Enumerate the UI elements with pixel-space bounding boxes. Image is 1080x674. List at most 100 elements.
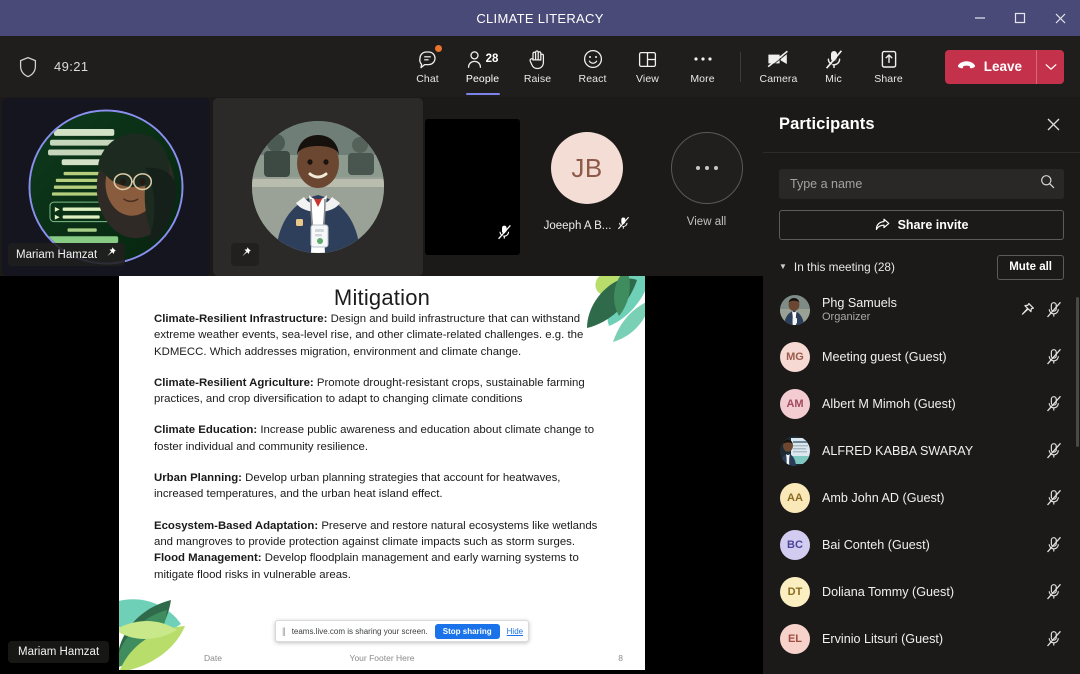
close-icon[interactable] [1040, 112, 1066, 138]
participant-role: Organizer [822, 311, 871, 323]
meeting-toolbar: 49:21 Chat 28 People Raise React View Mo… [0, 36, 1080, 97]
participant-name: ALFRED KABBA SWARAY [822, 443, 974, 458]
participant-search-box[interactable] [779, 169, 1064, 199]
drag-grip-icon[interactable]: || [282, 626, 286, 636]
close-icon[interactable] [1040, 0, 1080, 36]
view-icon [638, 48, 657, 70]
slide-paragraph: Flood Management: Develop floodplain man… [154, 550, 610, 583]
toolbar-button-people[interactable]: 28 People [455, 36, 510, 97]
toolbar-button-view[interactable]: View [620, 36, 675, 97]
avatar-initials: BC [787, 538, 803, 551]
mic-off-icon[interactable] [1046, 301, 1062, 318]
participant-row[interactable]: ALFRED KABBA SWARAY [779, 427, 1064, 474]
mute-all-button[interactable]: Mute all [997, 254, 1064, 280]
participant-info: Doliana Tommy (Guest) [822, 585, 1034, 599]
toolbar-button-chat[interactable]: Chat [400, 36, 455, 97]
react-icon [583, 48, 603, 70]
leave-options-button[interactable] [1036, 49, 1064, 84]
avatar-initials: AM [786, 397, 804, 410]
maximize-icon[interactable] [1000, 0, 1040, 36]
title-bar: CLIMATE LITERACY [0, 0, 1080, 36]
avatar [780, 435, 810, 466]
tile-pin-chip[interactable] [231, 243, 259, 266]
participant-info: Albert M Mimoh (Guest) [822, 397, 1034, 411]
video-tile-speaker-photo[interactable] [213, 98, 423, 276]
participants-panel-body: Share invite ▼ In this meeting (28) Mute… [763, 153, 1080, 662]
participant-row[interactable]: DT Doliana Tommy (Guest) [779, 568, 1064, 615]
slide-paragraph-heading: Flood Management: [154, 552, 262, 565]
participant-row[interactable]: AM Albert M Mimoh (Guest) [779, 380, 1064, 427]
mic-off-icon[interactable] [1046, 536, 1062, 553]
toolbar-label-react: React [578, 73, 607, 85]
toolbar-button-react[interactable]: React [565, 36, 620, 97]
meeting-timer: 49:21 [54, 59, 89, 74]
participant-actions [1046, 489, 1062, 506]
mic-off-icon [497, 224, 512, 245]
toolbar-button-raise[interactable]: Raise [510, 36, 565, 97]
participant-row[interactable]: AA Amb John AD (Guest) [779, 474, 1064, 521]
mic-off-icon[interactable] [1046, 442, 1062, 459]
leave-label: Leave [983, 59, 1022, 74]
caret-down-icon[interactable]: ▼ [779, 263, 787, 271]
slide-paragraph-heading: Climate-Resilient Infrastructure: [154, 313, 328, 325]
video-tile-camera-off[interactable] [425, 119, 520, 255]
mic-off-icon[interactable] [1046, 630, 1062, 647]
hide-button[interactable]: Hide [507, 627, 523, 636]
meeting-stage: Mariam Hamzat JB Joeeph A B... View all … [0, 97, 763, 674]
toolbar-button-camera[interactable]: Camera [751, 36, 806, 97]
participant-photo [252, 121, 384, 253]
participant-actions [1019, 301, 1062, 318]
pin-icon[interactable] [1019, 302, 1035, 318]
participant-name: Albert M Mimoh (Guest) [822, 396, 956, 411]
video-tile-strip: Mariam Hamzat JB Joeeph A B... View all [0, 97, 763, 276]
toolbar-label-chat: Chat [416, 73, 439, 85]
slide-paragraph-heading: Climate Education: [154, 424, 258, 437]
mic-off-icon[interactable] [1046, 583, 1062, 600]
mic-off-icon[interactable] [1046, 395, 1062, 412]
video-tile-joeeph-a-b[interactable]: JB Joeeph A B... [525, 98, 649, 276]
avatar: AA [780, 482, 810, 513]
in-meeting-section-header[interactable]: ▼ In this meeting (28) Mute all [779, 254, 1064, 280]
participant-video-image [252, 121, 384, 253]
participant-list: Phg Samuels Organizer MG Meeting guest (Gu… [779, 286, 1064, 662]
avatar [780, 294, 810, 325]
mic-off-icon[interactable] [1046, 489, 1062, 506]
share-invite-button[interactable]: Share invite [779, 210, 1064, 240]
pin-icon[interactable] [104, 246, 117, 264]
participant-row[interactable]: EL Ervinio Litsuri (Guest) [779, 615, 1064, 662]
toolbar-label-camera: Camera [759, 73, 798, 85]
search-input[interactable] [790, 177, 1040, 191]
mic-off-icon[interactable] [1046, 348, 1062, 365]
chat-icon [417, 45, 442, 70]
participants-scrollbar[interactable] [1076, 297, 1079, 447]
avatar-initials: AA [787, 491, 803, 504]
participant-actions [1046, 536, 1062, 553]
people-icon: 28 [467, 48, 499, 70]
avatar: MG [780, 341, 810, 372]
ellipsis-icon[interactable] [670, 132, 743, 204]
minimize-icon[interactable] [960, 0, 1000, 36]
video-tile-view-all[interactable]: View all [650, 98, 763, 276]
slide-paragraph: Climate Education: Increase public aware… [154, 422, 610, 455]
slide-footer: Date Your Footer Here 8 [119, 651, 645, 665]
teams-meeting-window: CLIMATE LITERACY 49:21 Chat 28 People Ra… [0, 0, 1080, 674]
participant-row[interactable]: MG Meeting guest (Guest) [779, 333, 1064, 380]
participant-actions [1046, 630, 1062, 647]
slide-paragraph: Ecosystem-Based Adaptation: Preserve and… [154, 518, 610, 551]
people-count: 28 [485, 53, 499, 65]
participant-row[interactable]: BC Bai Conteh (Guest) [779, 521, 1064, 568]
toolbar-button-share[interactable]: Share [861, 36, 916, 97]
toolbar-label-more: More [690, 73, 715, 85]
video-tile-mariam-hamzat[interactable]: Mariam Hamzat [2, 98, 210, 276]
leave-button[interactable]: Leave [944, 49, 1036, 84]
toolbar-button-mic[interactable]: Mic [806, 36, 861, 97]
shared-screen-area[interactable]: Mitigation Climate-Resilient Infrastruct… [0, 276, 763, 674]
toolbar-divider [740, 51, 741, 82]
search-icon[interactable] [1040, 174, 1055, 194]
toolbar-button-more[interactable]: More [675, 36, 730, 97]
tile-footer: Joeeph A B... [525, 216, 649, 235]
tile-participant-name: Joeeph A B... [543, 219, 612, 232]
participant-row[interactable]: Phg Samuels Organizer [779, 286, 1064, 333]
avatar: JB [551, 132, 623, 204]
stop-sharing-button[interactable]: Stop sharing [434, 623, 500, 639]
